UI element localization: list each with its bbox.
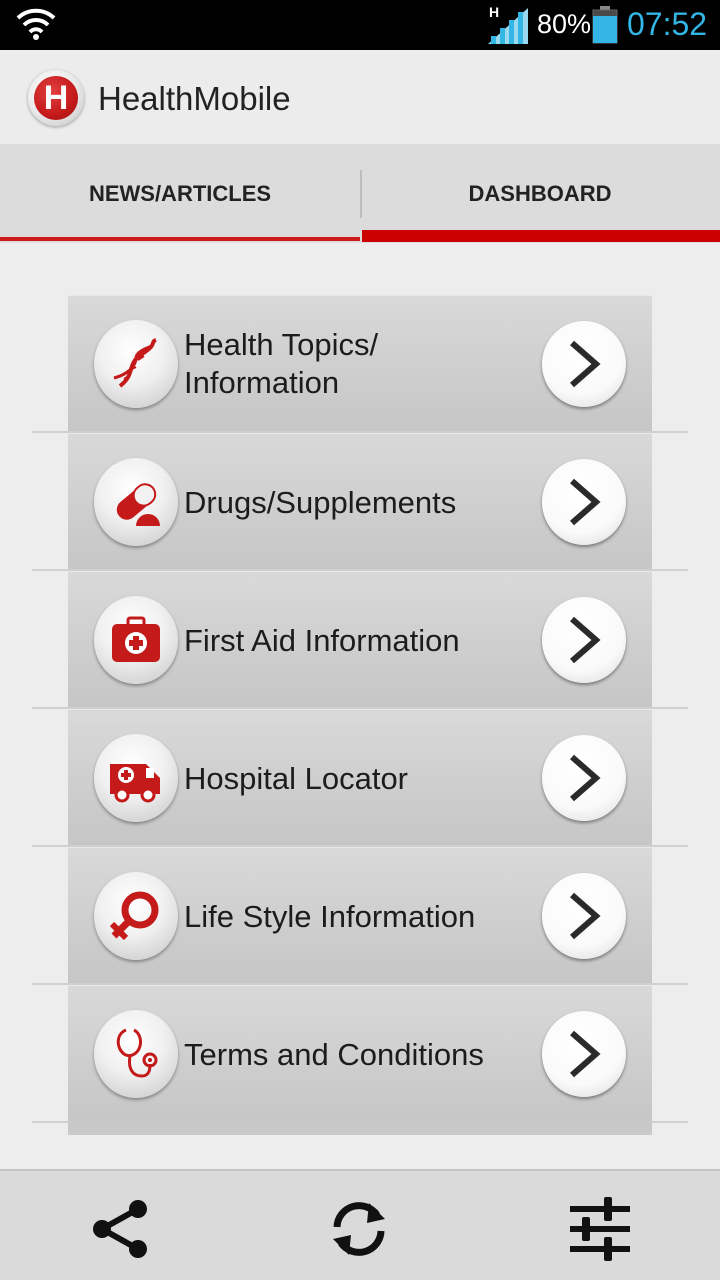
tab-label: DASHBOARD [468, 181, 612, 206]
app-logo-letter: H [34, 76, 78, 120]
battery-icon [592, 6, 618, 44]
item-icon-badge [94, 1010, 178, 1098]
chevron-right-button[interactable] [542, 597, 626, 683]
chevron-right-icon [570, 754, 601, 802]
item-icon-badge [94, 458, 178, 546]
menu-item-first-aid[interactable]: First Aid Information [68, 571, 652, 709]
pill-icon [116, 483, 160, 526]
tab-news-articles[interactable]: NEWS/ARTICLES [0, 144, 360, 243]
chevron-right-button[interactable] [542, 735, 626, 821]
tab-indicator-selected [362, 230, 720, 242]
chevron-right-button[interactable] [542, 459, 626, 545]
item-icon-badge [94, 734, 178, 822]
menu-item-label: Health Topics/ Information [184, 327, 379, 400]
action-bar: H HealthMobile [0, 50, 720, 144]
chevron-right-button[interactable] [542, 873, 626, 959]
item-icon-badge [94, 872, 178, 960]
app-logo[interactable]: H [28, 70, 84, 126]
clock: 07:52 [627, 6, 708, 42]
menu-item-label: Life Style Information [184, 899, 476, 934]
refresh-icon [333, 1202, 385, 1256]
menu-item-label: Drugs/Supplements [184, 485, 457, 520]
status-bar: H 80% 07:52 [0, 0, 720, 50]
stethoscope-icon [116, 1028, 158, 1078]
menu-item-label: Terms and Conditions [184, 1037, 484, 1072]
menu-item-drugs-supplements[interactable]: Drugs/Supplements [68, 433, 652, 571]
tab-bar: NEWS/ARTICLES DASHBOARD [0, 144, 720, 243]
app-title: HealthMobile [98, 80, 291, 117]
share-icon [93, 1200, 147, 1258]
chevron-right-icon [570, 1030, 601, 1078]
dashboard-content: Health Topics/ Information Drugs/Supplem… [0, 243, 720, 1169]
first-aid-kit-icon [112, 616, 160, 662]
item-icon-badge [94, 596, 178, 684]
menu-item-life-style[interactable]: Life Style Information [68, 847, 652, 985]
tab-dashboard[interactable]: DASHBOARD [360, 144, 720, 243]
ambulance-icon [110, 764, 160, 803]
menu-item-hospital-locator[interactable]: Hospital Locator [68, 709, 652, 847]
settings-sliders-icon [570, 1197, 630, 1261]
settings-button[interactable] [560, 1189, 640, 1269]
menu-panel-bottom [68, 1121, 652, 1135]
signal-icon [488, 8, 528, 44]
chevron-right-button[interactable] [542, 1011, 626, 1097]
menu-item-label: Hospital Locator [184, 761, 409, 796]
menu-item-health-topics[interactable]: Health Topics/ Information [68, 295, 652, 433]
chevron-right-button[interactable] [542, 321, 626, 407]
menu-item-label: First Aid Information [184, 623, 460, 658]
menu-item-terms-conditions[interactable]: Terms and Conditions [68, 985, 652, 1123]
chevron-right-icon [570, 478, 601, 526]
tab-label: NEWS/ARTICLES [88, 181, 272, 206]
bottom-toolbar [0, 1169, 720, 1280]
battery-percent: 80% [537, 9, 592, 39]
dna-icon [113, 338, 157, 388]
female-symbol-icon [109, 891, 159, 941]
chevron-right-icon [570, 892, 601, 940]
chevron-right-icon [570, 616, 601, 664]
wifi-icon [16, 8, 56, 40]
item-icon-badge [94, 320, 178, 408]
refresh-button[interactable] [319, 1189, 399, 1269]
chevron-right-icon [570, 340, 601, 388]
share-button[interactable] [80, 1189, 160, 1269]
tab-indicator-inactive [0, 237, 360, 241]
